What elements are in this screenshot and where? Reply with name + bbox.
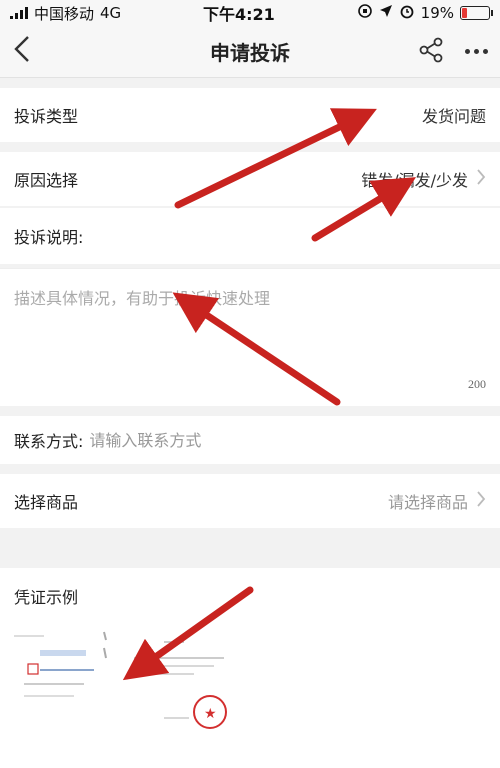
complaint-type-row[interactable]: 投诉类型 发货问题 bbox=[0, 88, 500, 142]
contact-label: 联系方式: bbox=[14, 432, 84, 451]
back-icon[interactable] bbox=[12, 34, 42, 70]
nav-bar: 申请投诉 bbox=[0, 26, 500, 78]
more-icon[interactable] bbox=[465, 49, 488, 54]
voucher-title: 凭证示例 bbox=[14, 588, 79, 607]
contact-row: 联系方式: bbox=[0, 416, 500, 464]
chevron-right-icon bbox=[476, 167, 486, 192]
complaint-type-label: 投诉类型 bbox=[14, 107, 79, 126]
share-icon[interactable] bbox=[419, 37, 443, 67]
description-textarea[interactable] bbox=[0, 269, 500, 406]
voucher-example-image[interactable]: ★ bbox=[14, 628, 244, 738]
status-time: 下午4:21 bbox=[203, 5, 275, 24]
network-label: 4G bbox=[100, 4, 122, 22]
description-box: 200 bbox=[0, 268, 500, 406]
chevron-right-icon bbox=[476, 489, 486, 514]
char-counter: 200 bbox=[468, 377, 486, 391]
battery-icon bbox=[460, 6, 493, 20]
location-icon bbox=[379, 4, 393, 22]
voucher-section: 凭证示例 ★ bbox=[0, 568, 500, 768]
signal-icon bbox=[10, 7, 28, 19]
description-label: 投诉说明: bbox=[0, 208, 500, 264]
orientation-lock-icon bbox=[357, 3, 373, 23]
reason-select-label: 原因选择 bbox=[14, 171, 79, 190]
description-label-text: 投诉说明: bbox=[14, 228, 84, 247]
battery-fill bbox=[462, 8, 467, 18]
battery-percent: 19% bbox=[420, 4, 454, 22]
svg-text:★: ★ bbox=[204, 706, 217, 722]
reason-select-value: 错发/漏发/少发 bbox=[361, 171, 468, 190]
product-select-row[interactable]: 选择商品 请选择商品 bbox=[0, 474, 500, 528]
status-bar: 中国移动 4G 下午4:21 19% bbox=[0, 0, 500, 26]
alarm-icon bbox=[399, 3, 415, 23]
carrier-label: 中国移动 bbox=[34, 4, 95, 23]
product-select-placeholder: 请选择商品 bbox=[387, 493, 468, 512]
product-select-label: 选择商品 bbox=[14, 493, 79, 512]
contact-input[interactable] bbox=[89, 430, 486, 450]
complaint-type-value: 发货问题 bbox=[421, 107, 486, 126]
reason-select-row[interactable]: 原因选择 错发/漏发/少发 bbox=[0, 152, 500, 206]
